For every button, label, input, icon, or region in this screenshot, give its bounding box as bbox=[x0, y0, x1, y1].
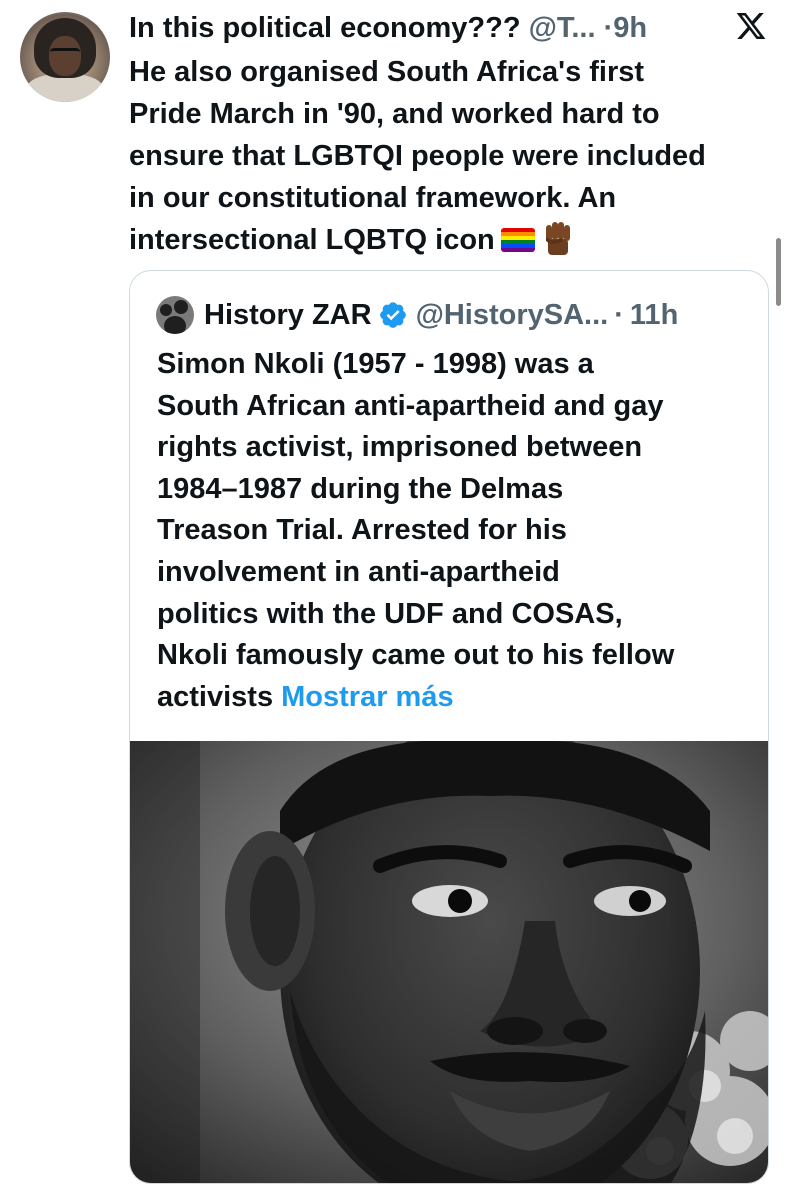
quoted-tweet[interactable]: History ZAR @HistorySA... · 11h Simon Nk… bbox=[129, 270, 769, 1184]
scrollbar-thumb[interactable] bbox=[776, 238, 781, 306]
rainbow-flag-icon bbox=[500, 228, 535, 252]
quoted-text-line-last: activists Mostrar más bbox=[157, 677, 757, 719]
tweet-header: In this political economy??? @T... ·9h bbox=[129, 6, 729, 50]
separator-dot: · bbox=[614, 298, 624, 331]
quoted-tweet-header: History ZAR @HistorySA... · 11h bbox=[156, 295, 756, 335]
avatar-glasses bbox=[50, 48, 80, 59]
author-avatar[interactable] bbox=[20, 12, 110, 102]
author-name[interactable]: In this political economy??? bbox=[129, 12, 521, 44]
quoted-text-line: politics with the UDF and COSAS, bbox=[157, 597, 623, 630]
quoted-text-line: involvement in anti-apartheid bbox=[157, 555, 560, 588]
quoted-text-line: activists bbox=[157, 680, 274, 713]
quoted-tweet-photo[interactable] bbox=[130, 741, 768, 1183]
tweet-text-line-last: intersectional LQBTQ icon bbox=[129, 219, 779, 261]
tweet-text-line: He also organised South Africa's first bbox=[129, 56, 645, 88]
portrait-photo-image bbox=[130, 741, 768, 1183]
quoted-author-name[interactable]: History ZAR bbox=[204, 299, 372, 332]
raised-fist-icon bbox=[545, 222, 570, 255]
quoted-text-line: Treason Trial. Arrested for his bbox=[157, 514, 567, 547]
avatar-shoulders bbox=[26, 74, 104, 102]
quoted-author-avatar[interactable] bbox=[156, 296, 194, 334]
show-more-link[interactable]: Mostrar más bbox=[281, 681, 453, 713]
quoted-tweet-text: Simon Nkoli (1957 - 1998) was a South Af… bbox=[157, 344, 757, 718]
x-logo-icon[interactable] bbox=[734, 9, 768, 43]
tweet-text: He also organised South Africa's first P… bbox=[129, 51, 779, 261]
quoted-text-line: Nkoli famously came out to his fellow bbox=[157, 639, 675, 672]
tweet-time[interactable]: 9h bbox=[613, 12, 647, 44]
separator-dot: · bbox=[603, 12, 614, 44]
quoted-author-handle[interactable]: @HistorySA... bbox=[416, 299, 609, 332]
tweet-text-line: intersectional LQBTQ icon bbox=[129, 224, 495, 256]
author-handle[interactable]: @T... bbox=[529, 12, 596, 44]
quoted-text-line: South African anti-apartheid and gay bbox=[157, 389, 664, 422]
quoted-text-line: Simon Nkoli (1957 - 1998) was a bbox=[157, 348, 594, 380]
tweet[interactable]: In this political economy??? @T... ·9h H… bbox=[0, 0, 788, 1200]
verified-badge-icon bbox=[379, 302, 406, 328]
quoted-text-line: 1984–1987 during the Delmas bbox=[157, 472, 564, 505]
tweet-text-line: in our constitutional framework. An bbox=[129, 182, 617, 214]
tweet-text-line: Pride March in '90, and worked hard to bbox=[129, 98, 660, 130]
quoted-tweet-time[interactable]: 11h bbox=[630, 299, 678, 332]
tweet-text-line: ensure that LGBTQI people were included bbox=[129, 140, 706, 172]
quoted-text-line: rights activist, imprisoned between bbox=[157, 431, 643, 464]
